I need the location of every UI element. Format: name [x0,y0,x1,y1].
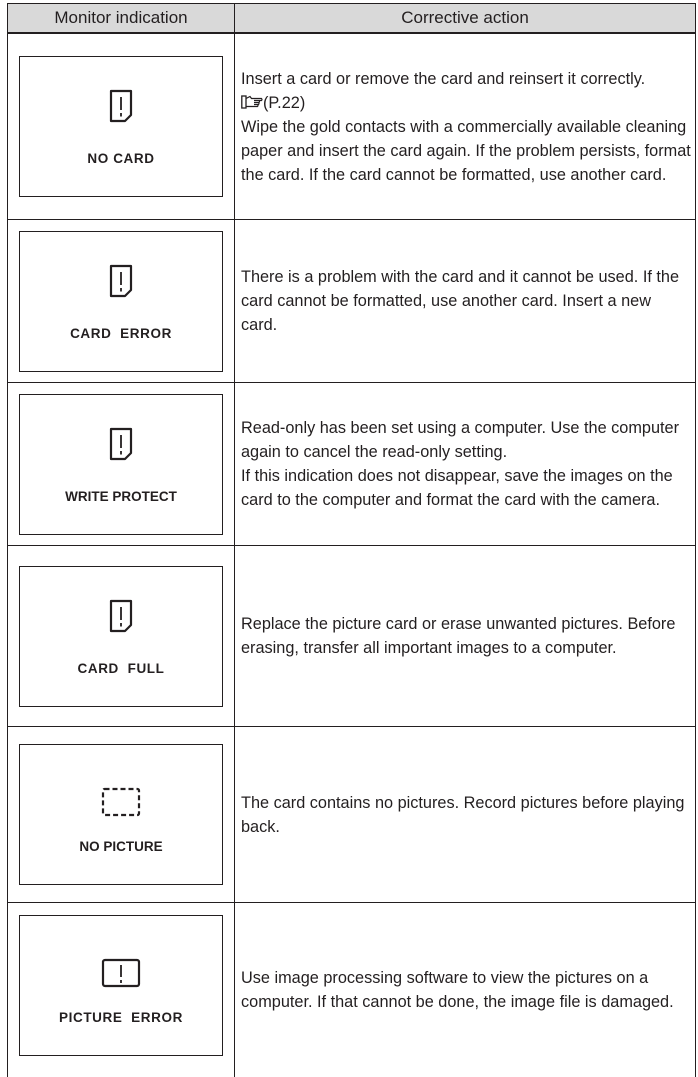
action-text: If this indication does not disappear, s… [241,464,691,512]
dashed-frame-icon [101,787,141,817]
corrective-action-cell: Read-only has been set using a computer.… [235,383,696,546]
action-text: Use image processing software to view th… [241,966,691,1014]
table-row: NO PICTURE The card contains no pictures… [8,727,696,903]
header-corrective-action: Corrective action [235,4,696,34]
card-warning-icon [109,264,133,298]
header-monitor-indication: Monitor indication [8,4,235,34]
corrective-action-cell: Replace the picture card or erase unwant… [235,546,696,727]
monitor-indication-cell: CARD FULL [8,546,235,727]
table-row: WRITE PROTECT Read-only has been set usi… [8,383,696,546]
pointing-hand-icon [241,95,263,109]
monitor-screen: CARD FULL [19,566,223,707]
table-row: PICTURE ERROR Use image processing softw… [8,903,696,1077]
picture-warning-icon [101,958,141,988]
monitor-screen: NO CARD [19,56,223,197]
action-text: Read-only has been set using a computer.… [241,416,691,464]
action-text: Insert a card or remove the card and rei… [241,67,691,115]
table-row: NO CARD Insert a card or remove the card… [8,33,696,220]
monitor-indication-cell: NO PICTURE [8,727,235,903]
troubleshooting-page: Monitor indication Corrective action NO … [7,3,695,1077]
action-text: Replace the picture card or erase unwant… [241,612,691,660]
card-warning-icon [109,89,133,123]
action-text: Wipe the gold contacts with a commercial… [241,115,691,187]
corrective-action-cell: The card contains no pictures. Record pi… [235,727,696,903]
table-row: CARD ERROR There is a problem with the c… [8,220,696,383]
page-reference[interactable]: (P.22) [241,94,305,112]
error-message-table: Monitor indication Corrective action NO … [7,3,696,1077]
action-text: The card contains no pictures. Record pi… [241,791,691,839]
page-ref-text: (P.22) [263,94,305,112]
table-row: CARD FULL Replace the picture card or er… [8,546,696,727]
monitor-indication-cell: PICTURE ERROR [8,903,235,1077]
action-text: There is a problem with the card and it … [241,265,691,337]
corrective-action-cell: Use image processing software to view th… [235,903,696,1077]
indication-label: NO CARD [20,151,222,166]
monitor-screen: CARD ERROR [19,231,223,372]
monitor-screen: NO PICTURE [19,744,223,885]
indication-label: WRITE PROTECT [20,489,222,504]
corrective-action-cell: Insert a card or remove the card and rei… [235,33,696,220]
card-warning-icon [109,427,133,461]
card-warning-icon [109,599,133,633]
monitor-screen: WRITE PROTECT [19,394,223,535]
table-header-row: Monitor indication Corrective action [8,4,696,34]
monitor-indication-cell: CARD ERROR [8,220,235,383]
monitor-screen: PICTURE ERROR [19,915,223,1056]
indication-label: NO PICTURE [20,839,222,854]
indication-label: CARD FULL [20,661,222,676]
corrective-action-cell: There is a problem with the card and it … [235,220,696,383]
indication-label: PICTURE ERROR [20,1010,222,1025]
monitor-indication-cell: WRITE PROTECT [8,383,235,546]
indication-label: CARD ERROR [20,326,222,341]
monitor-indication-cell: NO CARD [8,33,235,220]
